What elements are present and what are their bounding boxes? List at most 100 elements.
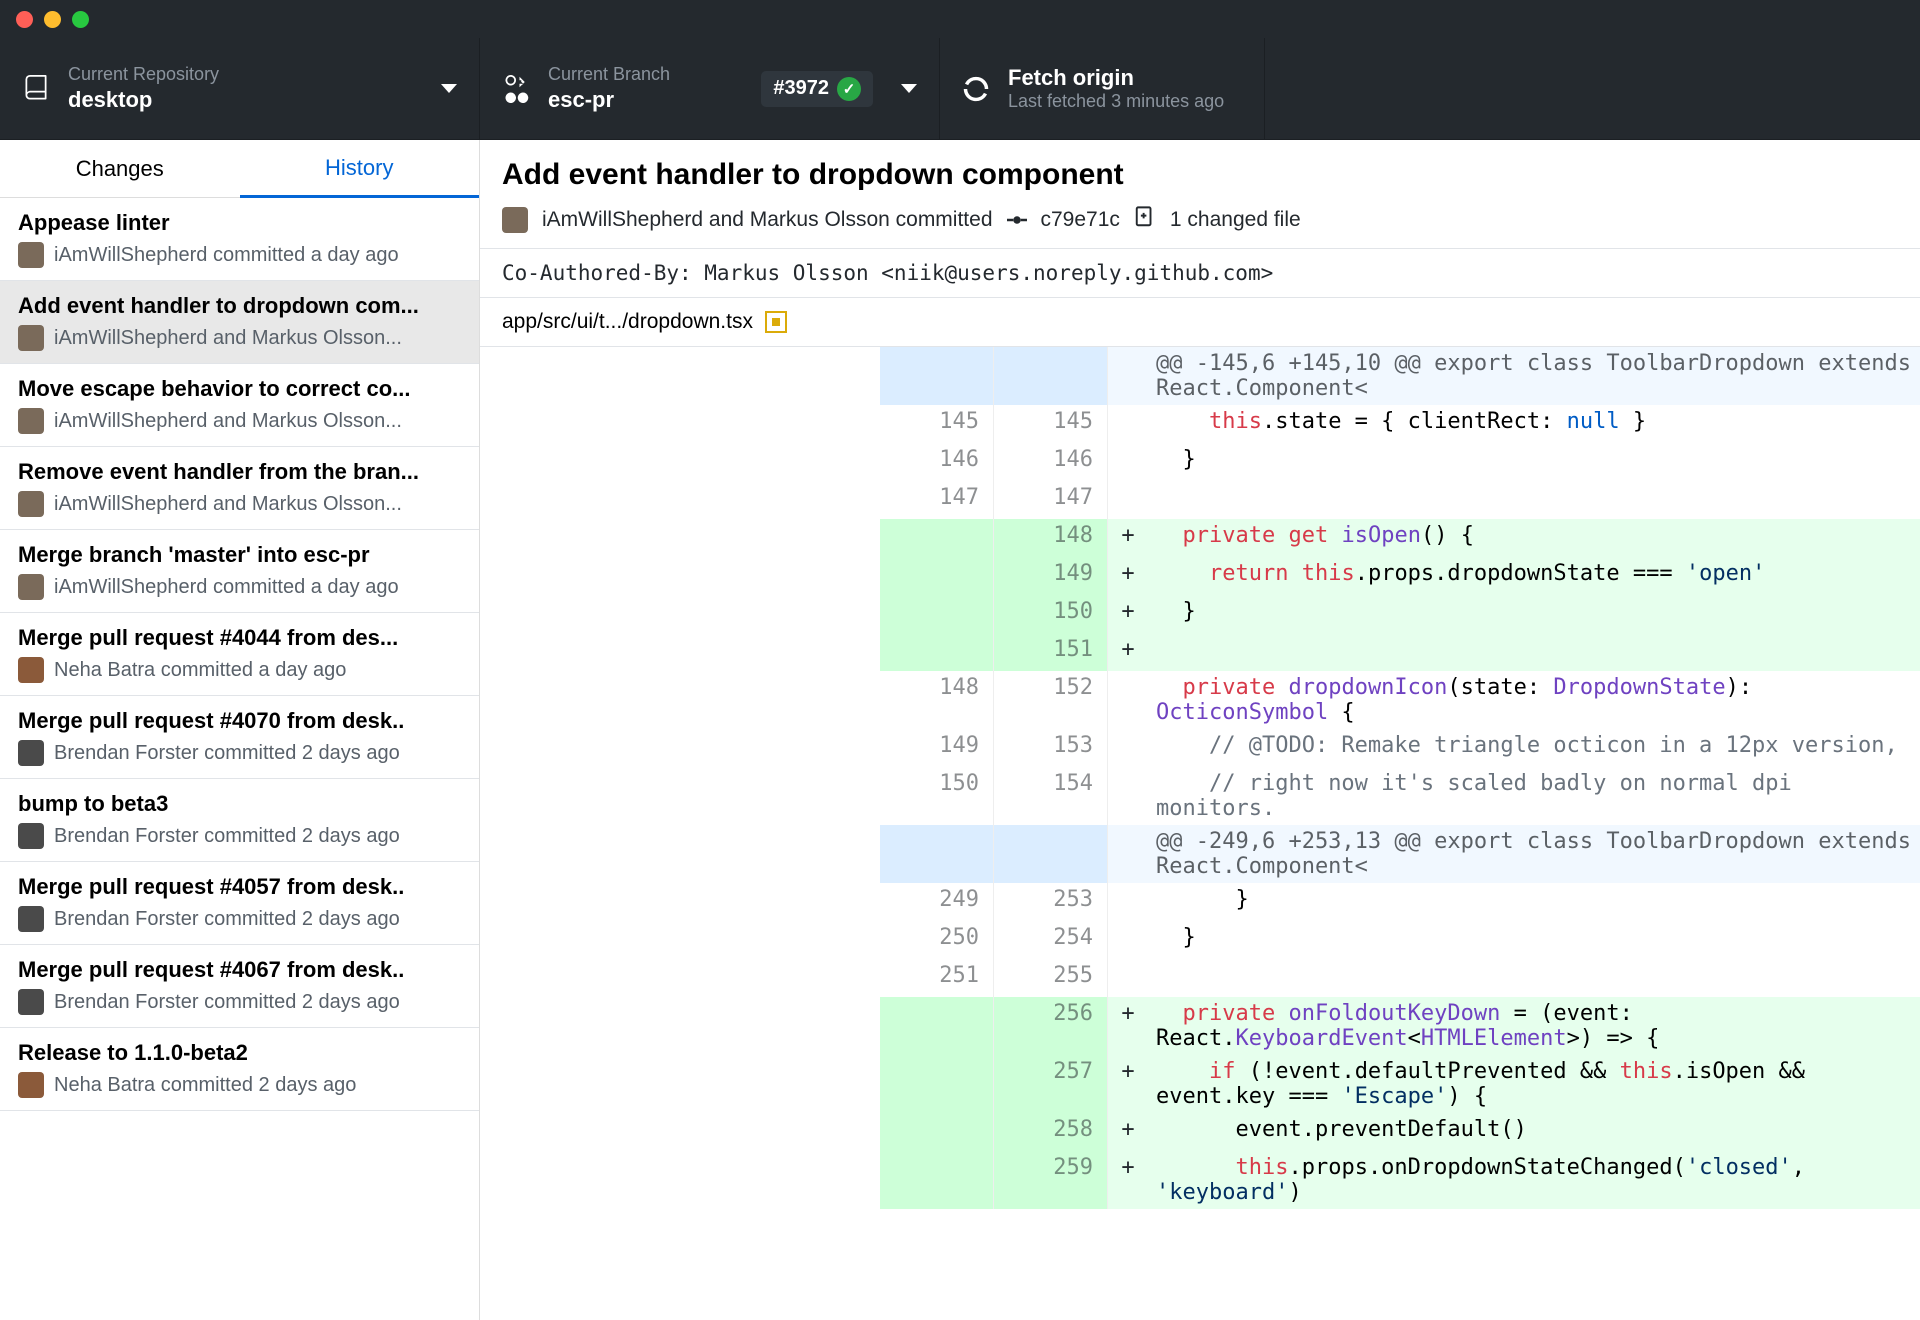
- diff-line: 151+: [880, 633, 1920, 671]
- commit-item[interactable]: Merge pull request #4067 from desk..Bren…: [0, 945, 479, 1028]
- avatar: [18, 325, 44, 351]
- diff-line: 146146 }: [880, 443, 1920, 481]
- commit-item-title: Merge pull request #4044 from des...: [18, 625, 461, 651]
- avatar: [18, 989, 44, 1015]
- chevron-down-icon: [441, 84, 457, 93]
- branch-name: esc-pr: [548, 87, 761, 113]
- tab-changes[interactable]: Changes: [0, 140, 240, 198]
- pr-badge: #3972 ✓: [761, 71, 873, 107]
- fetch-button[interactable]: Fetch origin Last fetched 3 minutes ago: [940, 38, 1265, 139]
- commit-item-meta: Brendan Forster committed 2 days ago: [54, 908, 400, 931]
- commit-item-title: Merge pull request #4070 from desk..: [18, 708, 461, 734]
- commit-authors: iAmWillShepherd and Markus Olsson commit…: [542, 208, 993, 232]
- commit-item[interactable]: Move escape behavior to correct co... iAm…: [0, 364, 479, 447]
- commit-item-title: Appease linter: [18, 210, 461, 236]
- fetch-subtitle: Last fetched 3 minutes ago: [1008, 91, 1224, 112]
- commit-item-title: Add event handler to dropdown com...: [18, 293, 461, 319]
- co-author-line: Co-Authored-By: Markus Olsson <niik@user…: [480, 248, 1920, 297]
- repo-name: desktop: [68, 87, 429, 113]
- commit-item-meta: Neha Batra committed a day ago: [54, 659, 346, 682]
- diff-line: 149153 // @TODO: Remake triangle octicon…: [880, 729, 1920, 767]
- diff-view[interactable]: @@ -145,6 +145,10 @@ export class Toolba…: [880, 347, 1920, 1320]
- diff-line: 149+ return this.props.dropdownState ===…: [880, 557, 1920, 595]
- commit-title: Add event handler to dropdown component: [502, 158, 1898, 192]
- file-path: app/src/ui/t.../dropdown.tsx: [502, 310, 753, 334]
- commit-item-title: Release to 1.1.0-beta2: [18, 1040, 461, 1066]
- avatar: [18, 574, 44, 600]
- commit-item[interactable]: Merge pull request #4070 from desk.. Bren…: [0, 696, 479, 779]
- commit-item-title: bump to beta3: [18, 791, 461, 817]
- close-window-button[interactable]: [16, 11, 33, 28]
- commit-item-meta: Neha Batra committed 2 days ago: [54, 1074, 356, 1097]
- tab-history[interactable]: History: [240, 140, 480, 198]
- fetch-label: Fetch origin: [1008, 65, 1224, 91]
- commit-detail: Add event handler to dropdown component …: [480, 140, 1920, 1320]
- changed-file-row[interactable]: app/src/ui/t.../dropdown.tsx: [480, 297, 1920, 347]
- commit-item-meta: Brendan Forster committed 2 days ago: [54, 742, 400, 765]
- repo-label: Current Repository: [68, 64, 429, 85]
- diff-line: 250254 }: [880, 921, 1920, 959]
- diff-line: 148152 private dropdownIcon(state: Dropd…: [880, 671, 1920, 729]
- diff-line: 258+ event.preventDefault(): [880, 1113, 1920, 1151]
- commit-item-meta: iAmWillShepherd and Markus Olsson...: [54, 493, 402, 516]
- commit-item[interactable]: Add event handler to dropdown com... iAmW…: [0, 281, 479, 364]
- avatar: [18, 491, 44, 517]
- commit-sha: c79e71c: [1041, 208, 1120, 232]
- avatar: [18, 657, 44, 683]
- commit-detail-meta: iAmWillShepherd and Markus Olsson commit…: [502, 206, 1898, 234]
- commit-item[interactable]: Release to 1.1.0-beta2 Neha Batra committ…: [0, 1028, 479, 1111]
- sync-icon: [962, 75, 990, 103]
- pull-request-icon: [502, 75, 530, 103]
- commit-item-meta: iAmWillShepherd and Markus Olsson...: [54, 410, 402, 433]
- commit-item[interactable]: Merge pull request #4057 from desk.. Bren…: [0, 862, 479, 945]
- commit-item-meta: iAmWillShepherd and Markus Olsson...: [54, 327, 402, 350]
- branch-label: Current Branch: [548, 64, 761, 85]
- commit-item[interactable]: bump to beta3 Brendan Forster committed 2…: [0, 779, 479, 862]
- history-sidebar: Changes History Appease linter iAmWillShe…: [0, 140, 480, 1320]
- avatar: [18, 906, 44, 932]
- toolbar: Current Repository desktop Current Branc…: [0, 38, 1920, 140]
- sidebar-tabs: Changes History: [0, 140, 479, 198]
- titlebar: [0, 0, 1920, 38]
- commit-item[interactable]: Appease linteriAmWillShepherd committed …: [0, 198, 479, 281]
- commit-item-title: Move escape behavior to correct co...: [18, 376, 461, 402]
- diff-files-icon: [1134, 206, 1156, 234]
- commit-item-title: Merge branch 'master' into esc-pr: [18, 542, 461, 568]
- repo-icon: [22, 75, 50, 103]
- diff-line: 147147: [880, 481, 1920, 519]
- diff-line: 256+ private onFoldoutKeyDown = (event: …: [880, 997, 1920, 1055]
- diff-line: 249253 }: [880, 883, 1920, 921]
- commit-item-title: Merge pull request #4057 from desk..: [18, 874, 461, 900]
- window-controls: [16, 11, 89, 28]
- branch-dropdown[interactable]: Current Branch esc-pr #3972 ✓: [480, 38, 940, 139]
- avatar: [18, 242, 44, 268]
- commit-item[interactable]: Merge pull request #4044 from des... Neha…: [0, 613, 479, 696]
- diff-line: 251255: [880, 959, 1920, 997]
- commit-item-title: Remove event handler from the bran...: [18, 459, 461, 485]
- modified-icon: [765, 311, 787, 333]
- commit-item-meta: iAmWillShepherd committed a day ago: [54, 576, 399, 599]
- changed-files-label: 1 changed file: [1170, 208, 1301, 232]
- chevron-down-icon: [901, 84, 917, 93]
- avatar: [502, 207, 528, 233]
- commit-item[interactable]: Remove event handler from the bran... iAm…: [0, 447, 479, 530]
- diff-line: @@ -249,6 +253,13 @@ export class Toolba…: [880, 825, 1920, 883]
- commit-item-title: Merge pull request #4067 from desk..: [18, 957, 461, 983]
- diff-line: 257+ if (!event.defaultPrevented && this…: [880, 1055, 1920, 1113]
- avatar: [18, 1072, 44, 1098]
- diff-line: @@ -145,6 +145,10 @@ export class Toolba…: [880, 347, 1920, 405]
- commit-sha-icon: [1007, 210, 1027, 230]
- commit-item[interactable]: Merge branch 'master' into esc-pr iAmWill…: [0, 530, 479, 613]
- avatar: [18, 408, 44, 434]
- diff-line: 150154 // right now it's scaled badly on…: [880, 767, 1920, 825]
- avatar: [18, 740, 44, 766]
- diff-line: 148+ private get isOpen() {: [880, 519, 1920, 557]
- minimize-window-button[interactable]: [44, 11, 61, 28]
- commit-list[interactable]: Appease linter iAmWillShepherd committed …: [0, 198, 479, 1320]
- diff-line: 145145 this.state = { clientRect: null }: [880, 405, 1920, 443]
- commit-item-meta: Brendan Forster committed 2 days ago: [54, 825, 400, 848]
- maximize-window-button[interactable]: [72, 11, 89, 28]
- diff-line: 150+ }: [880, 595, 1920, 633]
- avatar: [18, 823, 44, 849]
- repo-dropdown[interactable]: Current Repository desktop: [0, 38, 480, 139]
